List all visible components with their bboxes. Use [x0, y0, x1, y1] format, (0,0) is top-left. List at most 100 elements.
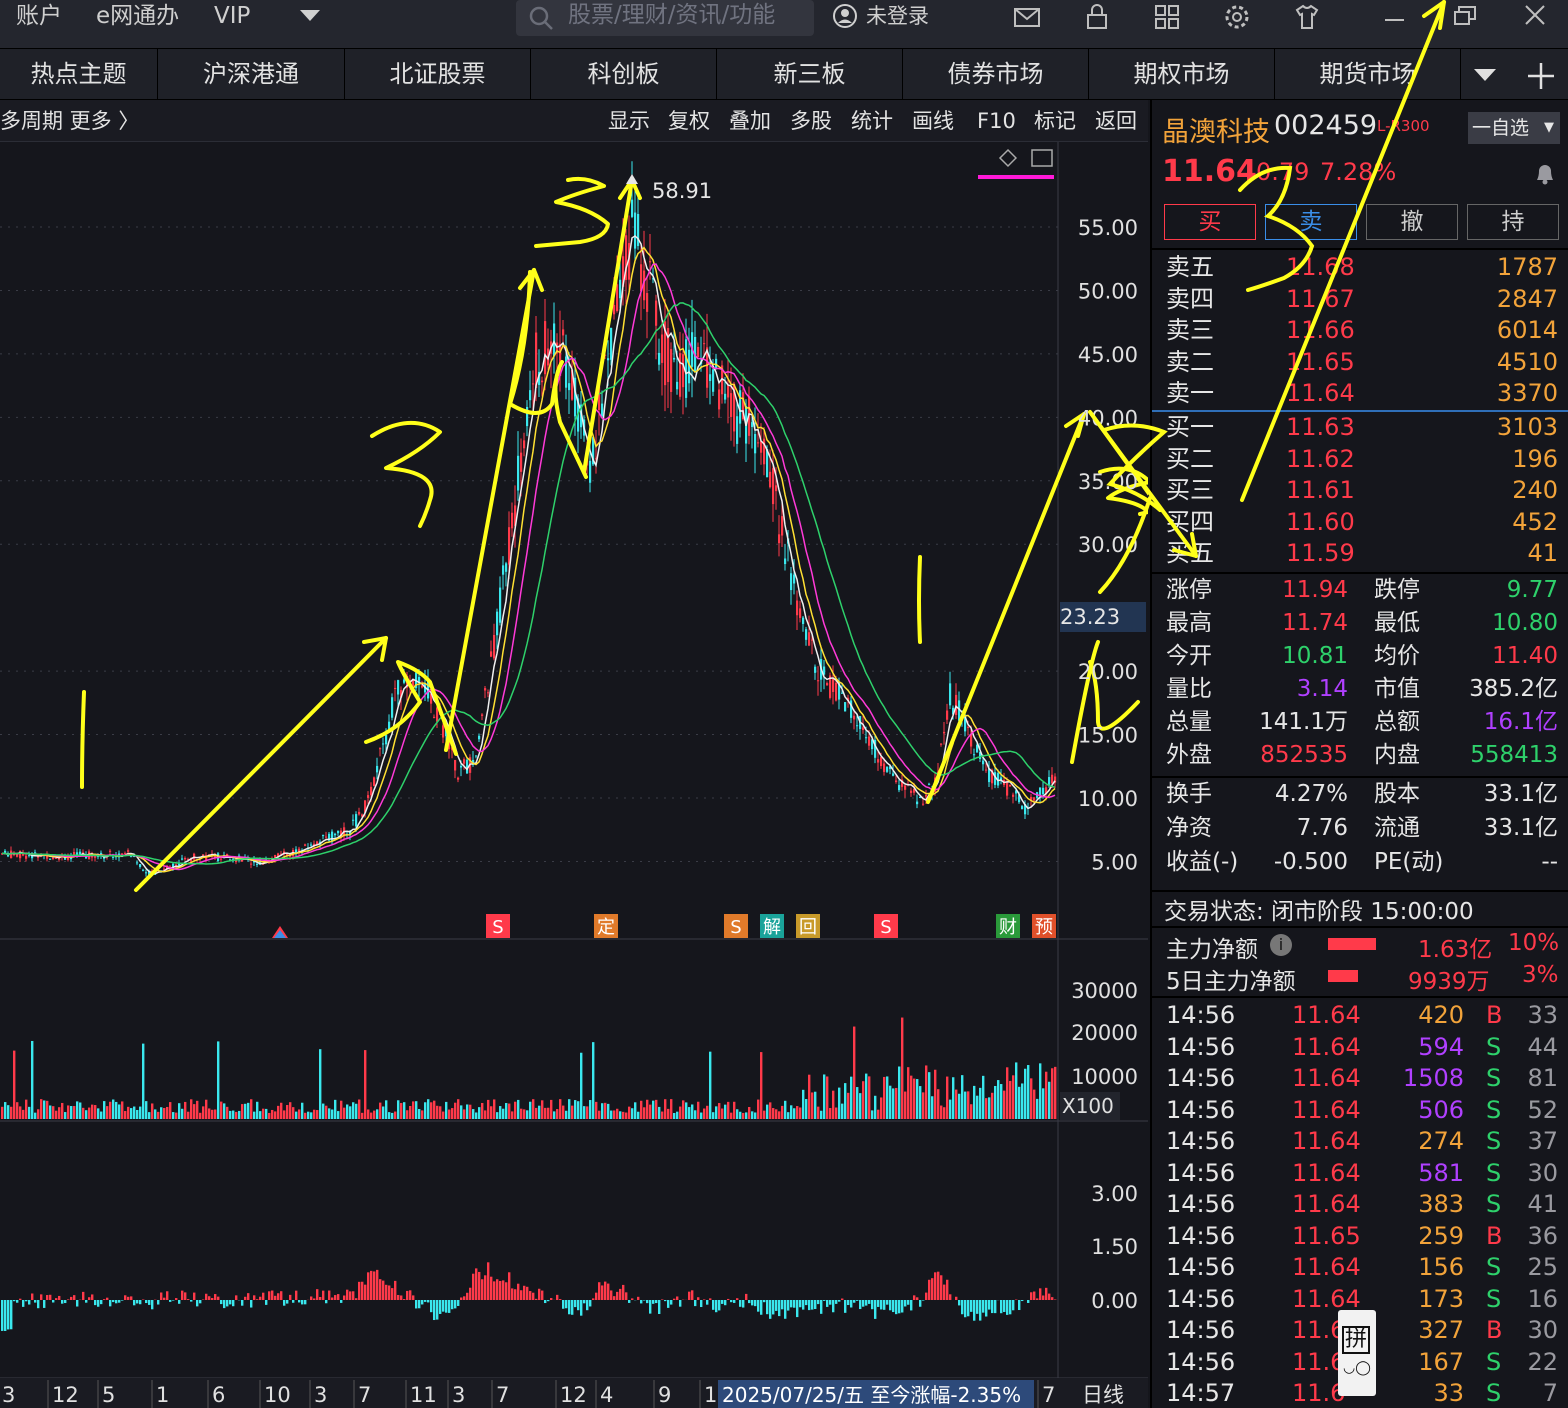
indicator-bar — [667, 1300, 670, 1308]
candle-body — [712, 369, 715, 392]
account-menu[interactable]: 账户 — [16, 0, 62, 32]
hand-annotation-stroke — [917, 555, 922, 644]
restore-icon[interactable] — [1450, 2, 1480, 32]
x-axis-tick: 3 — [452, 1383, 465, 1407]
indicator-bar — [259, 1296, 262, 1300]
user-icon[interactable] — [832, 3, 858, 29]
toolbar-stats[interactable]: 统计 — [851, 100, 893, 142]
more-nav-icon[interactable] — [1474, 69, 1496, 83]
candle-body — [256, 863, 259, 865]
indicator-bar — [688, 1291, 691, 1300]
indicator-bar — [412, 1295, 415, 1300]
panel-toggle-icon[interactable] — [1031, 149, 1053, 167]
toolbar-overlay[interactable]: 叠加 — [729, 100, 771, 142]
last-price: 11.64 — [1162, 154, 1257, 189]
tick-side: S — [1486, 1284, 1502, 1313]
volume-bar — [736, 1109, 739, 1119]
close-icon[interactable] — [1520, 2, 1550, 32]
stat-label: 最低 — [1374, 610, 1420, 636]
skin-icon[interactable] — [1292, 2, 1322, 32]
positions-button[interactable]: 持 — [1467, 204, 1559, 240]
nav-stock-connect[interactable]: 沪深港通 — [158, 49, 345, 99]
indicator-bar — [697, 1297, 700, 1300]
toolbar-display[interactable]: 显示 — [608, 100, 650, 142]
mail-icon[interactable] — [1012, 2, 1042, 32]
period-label[interactable]: 日线 — [1082, 1383, 1124, 1407]
toolbar-back[interactable]: 返回 — [1095, 100, 1137, 142]
nav-bse[interactable]: 北证股票 — [345, 49, 531, 99]
nav-futures[interactable]: 期货市场 — [1275, 49, 1461, 99]
cancel-order-button[interactable]: 撤 — [1366, 204, 1458, 240]
nav-star-market[interactable]: 科创板 — [531, 49, 717, 99]
period-more-menu[interactable]: 多周期 更多 〉 — [0, 100, 139, 142]
indicator-bar — [313, 1298, 316, 1300]
volume-bar — [778, 1111, 781, 1119]
kline-chart[interactable]: 55.00 50.00 45.00 40.00 35.00 30.00 20.00 15.00… — [0, 142, 1148, 1408]
indicator-bar — [1018, 1300, 1021, 1311]
egov-menu[interactable]: e网通办 — [96, 0, 179, 32]
volume-bar — [517, 1099, 520, 1119]
volume-axis-label: 10000 — [1071, 1065, 1138, 1089]
kline-chart-canvas[interactable]: 55.0050.0045.0040.0035.0030.0020.0015.00… — [0, 142, 1148, 1408]
indicator-bar — [565, 1300, 568, 1309]
nav-options[interactable]: 期权市场 — [1089, 49, 1275, 99]
candle-body — [457, 777, 460, 780]
volume-bar — [832, 1090, 835, 1119]
login-status[interactable]: 未登录 — [866, 0, 929, 32]
search-input[interactable]: 股票/理财/资讯/功能 — [516, 0, 814, 36]
candle-body — [943, 731, 946, 734]
volume-bar — [481, 1102, 484, 1119]
toolbar-draw[interactable]: 画线 — [912, 100, 954, 142]
indicator-bar — [586, 1300, 589, 1311]
volume-bar — [700, 1112, 703, 1119]
gear-icon[interactable] — [1222, 2, 1252, 32]
candle-body — [127, 850, 130, 852]
toolbar-mark[interactable]: 标记 — [1034, 100, 1076, 142]
tick-count: 44 — [1527, 1032, 1558, 1061]
candle-body — [916, 801, 919, 805]
pin-button[interactable]: 拼 ◡◯ — [1338, 1310, 1376, 1396]
add-watchlist-button[interactable]: 一自选 ▼ — [1468, 112, 1560, 144]
vip-menu[interactable]: VIP — [214, 0, 250, 32]
volume-bar — [652, 1100, 655, 1119]
info-icon[interactable]: i — [1270, 934, 1292, 956]
toolbar-f10[interactable]: F10 — [977, 100, 1016, 142]
indicator-bar — [388, 1285, 391, 1300]
volume-bar — [352, 1102, 355, 1119]
candle-body — [673, 357, 676, 360]
indicator-bar — [112, 1300, 115, 1303]
nav-hot-topics[interactable]: 热点主题 — [0, 49, 158, 99]
sell-button[interactable]: 卖 — [1265, 204, 1357, 240]
volume-bar — [1, 1106, 4, 1119]
alert-bell-icon[interactable] — [1532, 160, 1558, 186]
volume-bar — [865, 1073, 868, 1119]
grid-icon[interactable] — [1152, 2, 1182, 32]
indicator-bar — [820, 1300, 823, 1314]
event-marker-s: S — [730, 917, 741, 938]
diamond-icon[interactable] — [998, 148, 1018, 168]
nav-neeq[interactable]: 新三板 — [717, 49, 903, 99]
nav-bonds[interactable]: 债券市场 — [903, 49, 1089, 99]
candle-body — [736, 416, 739, 444]
indicator-bar — [703, 1299, 706, 1300]
lock-icon[interactable] — [1082, 2, 1112, 32]
tick-count: 36 — [1527, 1221, 1558, 1250]
indicator-bar — [253, 1295, 256, 1300]
minimize-icon[interactable] — [1380, 2, 1410, 32]
add-tab-icon[interactable] — [1526, 61, 1556, 91]
chevron-down-icon[interactable] — [300, 10, 320, 24]
toolbar-adjust[interactable]: 复权 — [668, 100, 710, 142]
bid-label: 买三 — [1166, 476, 1214, 504]
indicator-bar — [532, 1292, 535, 1300]
volume-bar — [679, 1106, 682, 1119]
volume-bar — [259, 1111, 262, 1119]
candle-body — [1006, 782, 1009, 796]
volume-bar — [130, 1108, 133, 1119]
buy-button[interactable]: 买 — [1164, 204, 1256, 240]
price-axis-label: 20.00 — [1078, 660, 1138, 684]
toolbar-multi-stock[interactable]: 多股 — [790, 100, 832, 142]
indicator-bar — [181, 1290, 184, 1300]
candle-body — [145, 872, 148, 874]
volume-bar — [442, 1111, 445, 1119]
candle-body — [844, 702, 847, 712]
